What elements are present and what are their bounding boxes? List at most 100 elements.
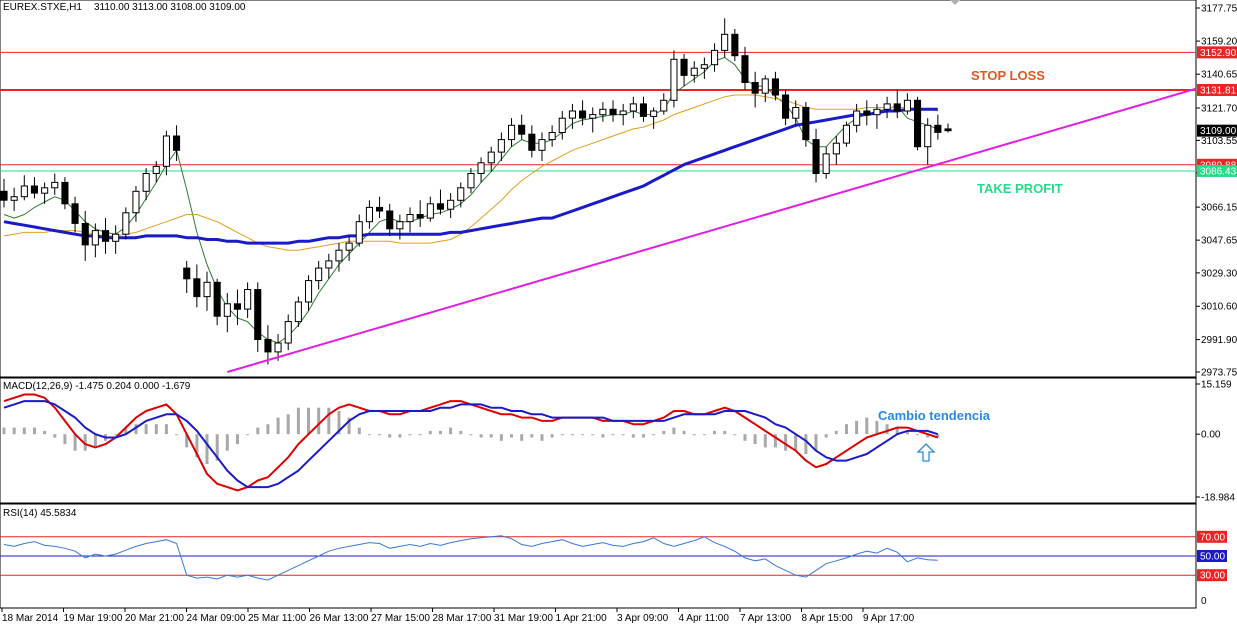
macd-histogram-bar [33,427,36,435]
chart-background [0,0,1237,626]
macd-histogram-bar [743,434,747,441]
macd-histogram-bar [43,430,47,435]
candle-body [122,212,130,235]
price-tick-label: 3159.20 [1201,37,1237,48]
macd-histogram-bar [439,430,442,435]
candle-body [741,55,749,83]
macd-histogram-bar [621,434,625,436]
price-tick-label: 3140.65 [1201,70,1237,81]
take-profit-annotation: TAKE PROFIT [977,181,1063,196]
macd-histogram-bar [845,424,848,435]
macd-histogram-bar [570,434,574,436]
trading-chart[interactable]: 3177.753159.203140.653121.703103.553085.… [0,0,1237,626]
macd-histogram-bar [205,434,209,464]
macd-histogram-bar [459,430,463,435]
candle-body [639,103,648,117]
stop-loss-tag-label: 3131.81 [1200,85,1237,96]
candle-body [173,135,181,151]
macd-histogram-bar [225,434,229,451]
candle-body [294,301,302,323]
candle-body [223,303,231,317]
macd-histogram-bar [753,434,757,445]
time-tick-label: 31 Mar 19:00 [494,613,553,624]
rsi-tick-label: 0 [1201,596,1207,607]
macd-histogram-bar [479,434,483,438]
candle-body [436,203,444,210]
candle-body [650,110,658,117]
macd-histogram-bar [530,434,534,438]
macd-histogram-bar [398,434,402,438]
candle-body [518,124,526,135]
macd-histogram-bar [642,434,645,438]
price-tick-label: 3177.75 [1201,4,1237,15]
candle-body [822,153,830,174]
macd-histogram-bar [591,434,595,436]
time-tick-label: 19 Mar 19:00 [64,613,123,624]
candle-body [660,99,668,112]
candle-body [731,33,739,57]
candle-body [386,210,394,230]
time-tick-label: 3 Apr 09:00 [617,613,669,624]
time-tick-label: 9 Apr 17:00 [863,613,915,624]
candle-body [487,151,495,164]
price-tick-label: 3029.30 [1201,268,1237,279]
time-tick-label: 28 Mar 17:00 [433,613,492,624]
stop-loss-annotation: STOP LOSS [971,68,1045,83]
candle-body [152,165,160,174]
macd-tick-label: 0.00 [1201,430,1221,441]
candle-body [508,124,516,141]
macd-histogram-bar [733,434,737,436]
macd-histogram-bar [114,434,118,436]
macd-histogram-bar [652,434,656,436]
take-profit-tag-label: 3086.43 [1200,166,1237,177]
candle-body [792,107,800,119]
candle-body [365,206,373,223]
macd-histogram-bar [865,417,869,435]
macd-histogram-bar [834,430,838,435]
candle-body [944,128,952,132]
candle-body [771,78,780,96]
candle-body [863,110,871,116]
macd-histogram-bar [672,427,676,435]
macd-tick-label: -18.984 [1201,493,1235,504]
stop-loss-upper-tag-label: 3152.90 [1200,48,1237,59]
macd-histogram-bar [53,434,57,438]
macd-histogram-bar [692,434,696,436]
rsi-title: RSI(14) 45.5834 [3,508,77,519]
time-tick-label: 4 Apr 11:00 [679,613,730,624]
macd-histogram-bar [296,407,300,435]
macd-histogram-bar [499,434,503,441]
macd-title: MACD(12,26,9) -1.475 0.204 0.000 -1.679 [3,381,191,392]
macd-histogram-bar [428,430,432,435]
candle-body [700,64,708,69]
macd-histogram-bar [357,427,361,435]
candle-body [376,206,384,212]
macd-histogram-bar [510,434,513,438]
candle-body [711,49,719,66]
candle-body [761,78,769,94]
macd-histogram-bar [824,434,828,438]
price-tick-label: 3047.65 [1201,236,1237,247]
candle-body [782,94,790,119]
macd-histogram-bar [276,417,280,435]
candle-body [447,199,455,210]
candle-body [335,249,343,262]
macd-histogram-bar [164,424,168,435]
candle-body [579,110,587,119]
macd-histogram-bar [12,427,16,435]
candle-body [305,280,313,303]
candle-body [345,242,353,251]
candle-body [467,173,475,189]
time-tick-label: 20 Mar 21:00 [125,613,184,624]
macd-histogram-bar [236,434,239,445]
candle-body [183,267,191,280]
macd-histogram-bar [611,434,615,436]
macd-tick-label: 15.159 [1201,380,1232,391]
candle-body [416,214,424,219]
candle-body [548,132,556,141]
candle-body [568,110,577,119]
macd-histogram-bar [540,434,544,441]
macd-histogram-bar [763,434,767,448]
macd-histogram-bar [601,434,605,438]
time-tick-label: 26 Mar 13:00 [310,613,369,624]
